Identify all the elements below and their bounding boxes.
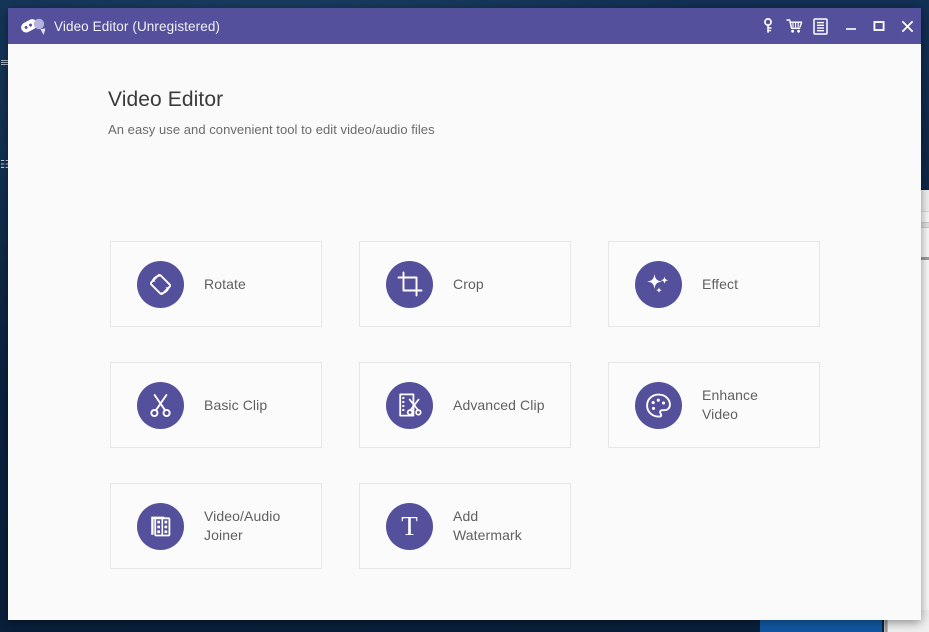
crop-icon <box>386 260 433 308</box>
tool-card-effect[interactable]: Effect <box>608 241 820 327</box>
key-icon[interactable] <box>755 8 781 44</box>
maximize-icon[interactable] <box>865 8 893 44</box>
tool-card-grid: Rotate Crop Effect Basic Clip Advanced C… <box>110 241 820 569</box>
tool-card-enhance-video[interactable]: Enhance Video <box>608 362 820 448</box>
content-area: Video Editor An easy use and convenient … <box>8 44 921 620</box>
tool-card-rotate[interactable]: Rotate <box>110 241 322 327</box>
titlebar[interactable]: Video Editor (Unregistered) <box>8 8 921 44</box>
minimize-icon[interactable] <box>837 8 865 44</box>
tool-card-advanced-clip[interactable]: Advanced Clip <box>359 362 571 448</box>
tool-card-label: Add Watermark <box>453 508 522 543</box>
tool-card-crop[interactable]: Crop <box>359 241 571 327</box>
rotate-icon <box>137 260 184 308</box>
sparkles-icon <box>635 260 682 308</box>
video-editor-window: Video Editor (Unregistered) Video Editor… <box>8 8 921 620</box>
tool-card-add-watermark[interactable]: T Add Watermark <box>359 483 571 569</box>
tool-card-label: Advanced Clip <box>453 396 545 413</box>
list-menu-icon[interactable] <box>807 8 833 44</box>
text-t-icon: T <box>386 502 433 550</box>
page-header: Video Editor An easy use and convenient … <box>8 44 921 137</box>
tool-card-label: Crop <box>453 275 484 292</box>
text-t-glyph: T <box>401 510 418 541</box>
tool-card-video-joiner[interactable]: Video/Audio Joiner <box>110 483 322 569</box>
tool-card-label: Basic Clip <box>204 396 268 413</box>
shopping-cart-icon[interactable] <box>781 8 807 44</box>
video-reel-logo-icon <box>20 15 46 37</box>
window-title: Video Editor (Unregistered) <box>54 18 221 34</box>
tool-card-label: Effect <box>702 275 739 292</box>
page-title: Video Editor <box>108 88 224 111</box>
tool-card-label: Video/Audio Joiner <box>204 508 281 543</box>
palette-icon <box>635 381 682 429</box>
tool-card-basic-clip[interactable]: Basic Clip <box>110 362 322 448</box>
film-stack-icon <box>137 502 184 550</box>
scissors-icon <box>137 381 184 429</box>
page-subtitle: An easy use and convenient tool to edit … <box>108 122 435 137</box>
film-scissors-icon <box>386 381 433 429</box>
close-icon[interactable] <box>893 8 921 44</box>
tool-card-label: Rotate <box>204 275 246 292</box>
titlebar-actions <box>755 8 921 44</box>
tool-card-label: Enhance Video <box>702 387 758 422</box>
